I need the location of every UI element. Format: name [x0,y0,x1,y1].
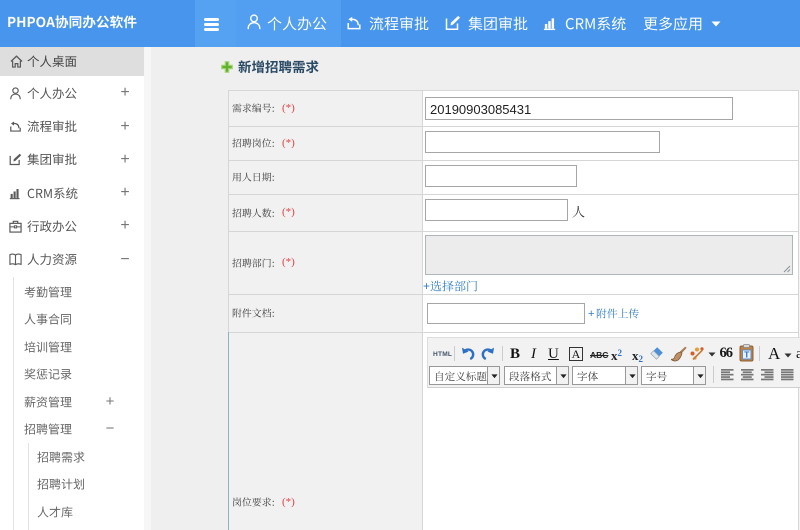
svg-text:T: T [744,350,750,360]
